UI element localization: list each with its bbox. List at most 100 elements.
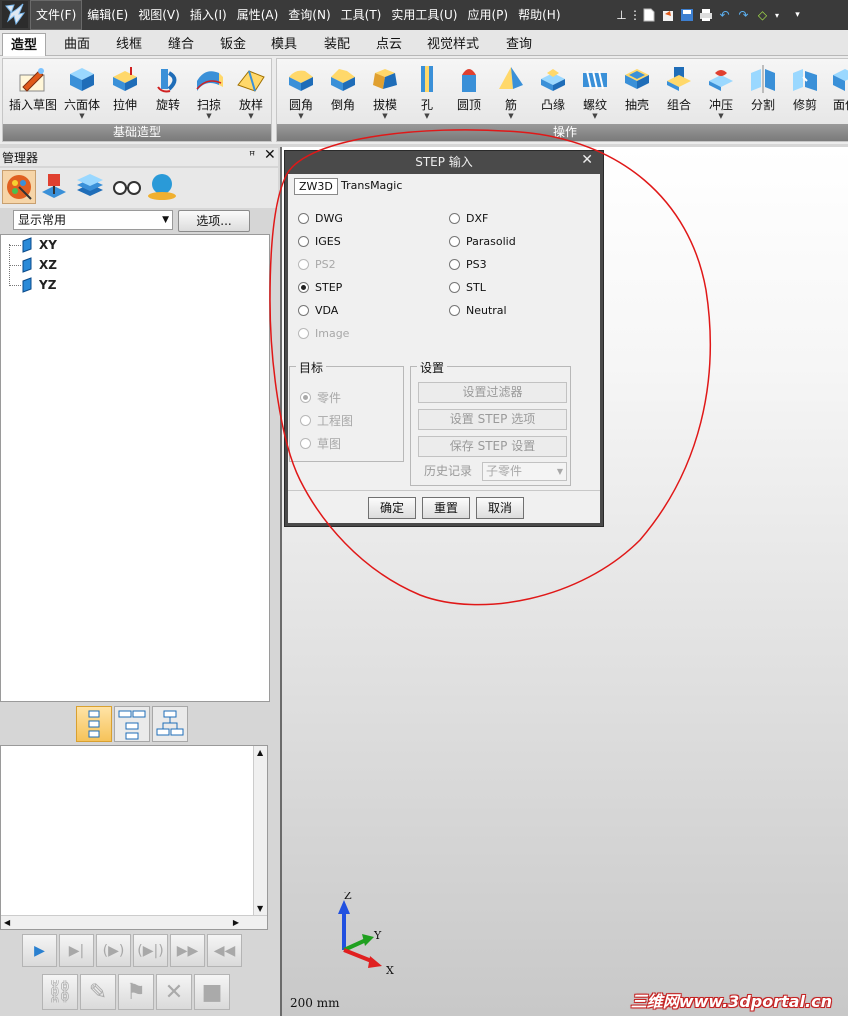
history-select[interactable]: 子零件 ▼ [482, 462, 567, 481]
scroll-left-icon[interactable]: ◀ [4, 918, 10, 927]
tab-visual-style[interactable]: 视觉样式 [420, 33, 486, 56]
draft-button[interactable]: 拔模 ▼ [365, 63, 405, 123]
emboss-dropdown-icon[interactable]: ▼ [701, 112, 741, 120]
link-button[interactable]: ⛓ [42, 974, 78, 1010]
horizontal-scrollbar[interactable]: ◀ ▶ [1, 915, 267, 929]
hierarchy-view-button[interactable] [152, 706, 188, 742]
scroll-down-icon[interactable]: ▼ [257, 904, 263, 913]
extrude-button[interactable]: 拉伸 [105, 63, 145, 123]
split-button[interactable]: 分割 [743, 63, 783, 123]
tab-mold[interactable]: 模具 [264, 33, 304, 56]
tab-transmagic[interactable]: TransMagic [341, 178, 402, 195]
tab-wireframe[interactable]: 线框 [109, 33, 149, 56]
cancel-button[interactable]: 取消 [476, 497, 524, 519]
menu-apps[interactable]: 应用(P) [463, 0, 514, 30]
selection-filter-icon[interactable]: ◇ [753, 6, 772, 24]
hole-dropdown-icon[interactable]: ▼ [407, 112, 447, 120]
edit-button[interactable]: ✎ [80, 974, 116, 1010]
step-forward-button[interactable]: ▶| [59, 934, 94, 967]
shell-button[interactable]: 抽壳 [617, 63, 657, 123]
radio-stl[interactable]: STL [449, 281, 486, 294]
history-list[interactable]: ▲ ▼ ◀ ▶ [0, 745, 268, 930]
stop-button[interactable]: ■ [194, 974, 230, 1010]
app-logo-icon[interactable] [2, 1, 28, 28]
layer-manager-icon[interactable] [74, 170, 108, 204]
combine-button[interactable]: 组合 [659, 63, 699, 123]
chamfer-button[interactable]: 倒角 [323, 63, 363, 123]
box-button[interactable]: 六面体 ▼ [61, 63, 103, 123]
radio-dxf[interactable]: DXF [449, 212, 488, 225]
radio-neutral[interactable]: Neutral [449, 304, 507, 317]
tree-view-button[interactable] [114, 706, 150, 742]
tree-node-xy[interactable]: XY [9, 236, 57, 254]
sweep-dropdown-icon[interactable]: ▼ [189, 112, 229, 120]
tab-sheetmetal[interactable]: 钣金 [213, 33, 253, 56]
redo-icon[interactable]: ↷ [734, 6, 753, 24]
play-button[interactable]: ▶ [22, 934, 57, 967]
open-file-icon[interactable] [658, 6, 677, 24]
list-view-button[interactable] [76, 706, 112, 742]
radio-vda[interactable]: VDA [298, 304, 338, 317]
trim-button[interactable]: 修剪 [785, 63, 825, 123]
tree-node-yz[interactable]: YZ [9, 276, 56, 294]
rewind-button[interactable]: ◀◀ [207, 934, 242, 967]
tab-zw3d[interactable]: ZW3D [294, 178, 338, 195]
radio-parasolid[interactable]: Parasolid [449, 235, 516, 248]
dome-button[interactable]: 圆顶 [449, 63, 489, 123]
tab-surface[interactable]: 曲面 [57, 33, 97, 56]
loft-button[interactable]: 放样 ▼ [231, 63, 271, 123]
revolve-button[interactable]: 旋转 [148, 63, 188, 123]
filter-dropdown-icon[interactable]: ▾ [772, 6, 782, 24]
rib-button[interactable]: 筋 ▼ [491, 63, 531, 123]
tab-stitch[interactable]: 缝合 [161, 33, 201, 56]
set-step-options-button[interactable]: 设置 STEP 选项 [418, 409, 567, 430]
menu-utilities[interactable]: 实用工具(U) [386, 0, 462, 30]
radio-dwg[interactable]: DWG [298, 212, 343, 225]
hole-button[interactable]: 孔 ▼ [407, 63, 447, 123]
radio-iges[interactable]: IGES [298, 235, 341, 248]
rib-dropdown-icon[interactable]: ▼ [491, 112, 531, 120]
menu-tools[interactable]: 工具(T) [336, 0, 387, 30]
fast-forward-button[interactable]: ▶▶ [170, 934, 205, 967]
sweep-button[interactable]: 扫掠 ▼ [189, 63, 229, 123]
rollback-button[interactable]: ⚑ [118, 974, 154, 1010]
tab-modeling[interactable]: 造型 [2, 33, 46, 57]
visual-manager-icon[interactable] [146, 170, 180, 204]
thread-button[interactable]: 螺纹 ▼ [575, 63, 615, 123]
save-step-settings-button[interactable]: 保存 STEP 设置 [418, 436, 567, 457]
close-icon[interactable]: ✕ [581, 152, 593, 168]
menu-attributes[interactable]: 属性(A) [232, 0, 284, 30]
radio-ps3[interactable]: PS3 [449, 258, 487, 271]
display-filter-select[interactable]: 显示常用 ▼ [13, 210, 173, 230]
thread-dropdown-icon[interactable]: ▼ [575, 112, 615, 120]
tab-inquire[interactable]: 查询 [499, 33, 539, 56]
radio-step[interactable]: STEP [298, 281, 342, 294]
assembly-manager-icon[interactable] [38, 170, 72, 204]
scroll-up-icon[interactable]: ▲ [257, 748, 263, 757]
reset-button[interactable]: 重置 [422, 497, 470, 519]
ok-button[interactable]: 确定 [368, 497, 416, 519]
undo-icon[interactable]: ↶ [715, 6, 734, 24]
fillet-dropdown-icon[interactable]: ▼ [281, 112, 321, 120]
menu-view[interactable]: 视图(V) [133, 0, 185, 30]
menu-help[interactable]: 帮助(H) [513, 0, 565, 30]
menu-file[interactable]: 文件(F) [30, 0, 83, 30]
view-manager-icon[interactable] [110, 170, 144, 204]
history-manager-icon[interactable] [2, 170, 36, 204]
scroll-right-icon[interactable]: ▶ [233, 918, 239, 927]
box-dropdown-icon[interactable]: ▼ [61, 112, 103, 120]
menu-inquire[interactable]: 查询(N) [283, 0, 335, 30]
play-step-button[interactable]: (▶) [96, 934, 131, 967]
flange-button[interactable]: 凸缘 [533, 63, 573, 123]
vertical-scrollbar[interactable]: ▲ ▼ [253, 746, 267, 929]
menu-edit[interactable]: 编辑(E) [82, 0, 133, 30]
delete-button[interactable]: ✕ [156, 974, 192, 1010]
emboss-button[interactable]: 冲压 ▼ [701, 63, 741, 123]
draft-dropdown-icon[interactable]: ▼ [365, 112, 405, 120]
tab-point-cloud[interactable]: 点云 [369, 33, 409, 56]
play-to-end-button[interactable]: (▶|) [133, 934, 168, 967]
pin-icon[interactable]: ꟸ [249, 149, 255, 162]
insert-sketch-button[interactable]: 插入草图 [7, 63, 59, 123]
save-icon[interactable] [677, 6, 696, 24]
menu-insert[interactable]: 插入(I) [185, 0, 232, 30]
